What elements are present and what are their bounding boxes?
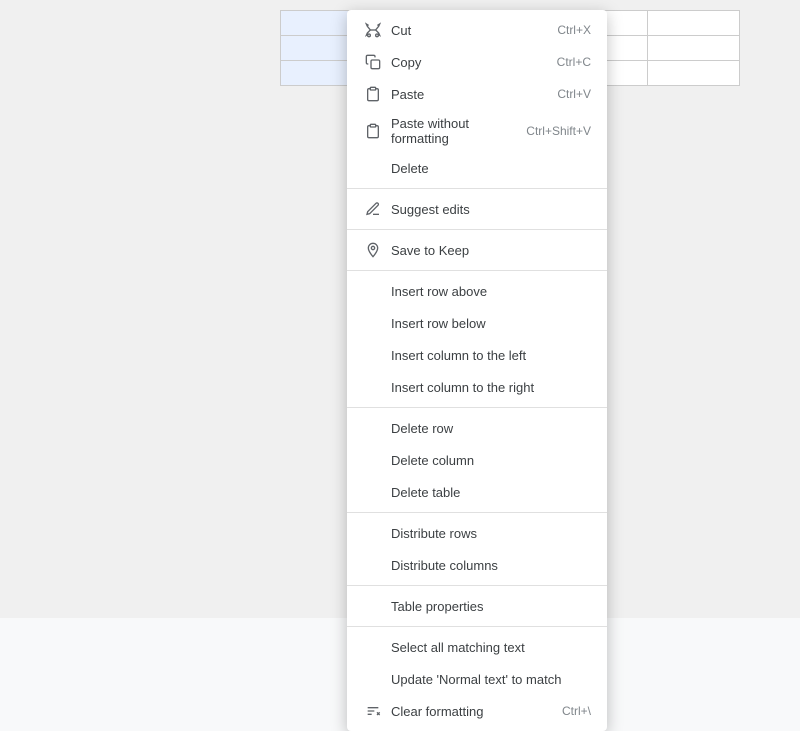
context-menu: Cut Ctrl+X Copy Ctrl+C Paste C (347, 10, 607, 731)
keep-icon (363, 240, 383, 260)
delete-table-label: Delete table (391, 485, 591, 500)
delete-label: Delete (391, 161, 591, 176)
cut-shortcut: Ctrl+X (557, 23, 591, 37)
cut-label: Cut (391, 23, 541, 38)
copy-label: Copy (391, 55, 541, 70)
delete-col-placeholder (363, 450, 383, 470)
cut-icon (363, 20, 383, 40)
insert-col-left-label: Insert column to the left (391, 348, 591, 363)
menu-item-cut[interactable]: Cut Ctrl+X (347, 14, 607, 46)
menu-item-paste[interactable]: Paste Ctrl+V (347, 78, 607, 110)
divider-1 (347, 188, 607, 189)
menu-item-delete-row[interactable]: Delete row (347, 412, 607, 444)
paste-shortcut: Ctrl+V (557, 87, 591, 101)
table-properties-label: Table properties (391, 599, 591, 614)
menu-item-save-keep[interactable]: Save to Keep (347, 234, 607, 266)
insert-row-above-label: Insert row above (391, 284, 591, 299)
table-props-placeholder (363, 596, 383, 616)
select-matching-placeholder (363, 637, 383, 657)
distribute-rows-label: Distribute rows (391, 526, 591, 541)
paste-plain-shortcut: Ctrl+Shift+V (526, 124, 591, 138)
delete-icon-placeholder (363, 158, 383, 178)
menu-item-distribute-rows[interactable]: Distribute rows (347, 517, 607, 549)
copy-icon (363, 52, 383, 72)
suggest-icon (363, 199, 383, 219)
menu-item-delete[interactable]: Delete (347, 152, 607, 184)
distribute-columns-label: Distribute columns (391, 558, 591, 573)
insert-row-below-placeholder (363, 313, 383, 333)
menu-item-insert-row-below[interactable]: Insert row below (347, 307, 607, 339)
delete-row-placeholder (363, 418, 383, 438)
divider-7 (347, 626, 607, 627)
menu-item-delete-column[interactable]: Delete column (347, 444, 607, 476)
insert-col-left-placeholder (363, 345, 383, 365)
menu-item-paste-plain[interactable]: Paste without formatting Ctrl+Shift+V (347, 110, 607, 152)
menu-item-insert-row-above[interactable]: Insert row above (347, 275, 607, 307)
paste-plain-label: Paste without formatting (391, 116, 510, 146)
distribute-cols-placeholder (363, 555, 383, 575)
save-keep-label: Save to Keep (391, 243, 591, 258)
paste-icon (363, 84, 383, 104)
menu-item-delete-table[interactable]: Delete table (347, 476, 607, 508)
menu-item-suggest-edits[interactable]: Suggest edits (347, 193, 607, 225)
menu-item-insert-col-left[interactable]: Insert column to the left (347, 339, 607, 371)
divider-5 (347, 512, 607, 513)
select-matching-label: Select all matching text (391, 640, 591, 655)
divider-3 (347, 270, 607, 271)
insert-col-right-label: Insert column to the right (391, 380, 591, 395)
menu-item-table-properties[interactable]: Table properties (347, 590, 607, 622)
delete-table-placeholder (363, 482, 383, 502)
menu-item-copy[interactable]: Copy Ctrl+C (347, 46, 607, 78)
clear-formatting-shortcut: Ctrl+\ (562, 704, 591, 718)
page-background: Cut Ctrl+X Copy Ctrl+C Paste C (0, 0, 800, 618)
divider-4 (347, 407, 607, 408)
update-normal-placeholder (363, 669, 383, 689)
menu-item-distribute-columns[interactable]: Distribute columns (347, 549, 607, 581)
insert-row-above-placeholder (363, 281, 383, 301)
insert-col-right-placeholder (363, 377, 383, 397)
delete-row-label: Delete row (391, 421, 591, 436)
divider-6 (347, 585, 607, 586)
menu-item-select-matching[interactable]: Select all matching text (347, 631, 607, 663)
insert-row-below-label: Insert row below (391, 316, 591, 331)
menu-item-clear-formatting[interactable]: Clear formatting Ctrl+\ (347, 695, 607, 727)
clear-format-icon (363, 701, 383, 721)
clear-formatting-label: Clear formatting (391, 704, 546, 719)
menu-item-update-normal-text[interactable]: Update 'Normal text' to match (347, 663, 607, 695)
paste-label: Paste (391, 87, 541, 102)
update-normal-label: Update 'Normal text' to match (391, 672, 591, 687)
copy-shortcut: Ctrl+C (557, 55, 591, 69)
delete-column-label: Delete column (391, 453, 591, 468)
suggest-edits-label: Suggest edits (391, 202, 591, 217)
menu-item-insert-col-right[interactable]: Insert column to the right (347, 371, 607, 403)
paste-plain-icon (363, 121, 383, 141)
distribute-rows-placeholder (363, 523, 383, 543)
divider-2 (347, 229, 607, 230)
